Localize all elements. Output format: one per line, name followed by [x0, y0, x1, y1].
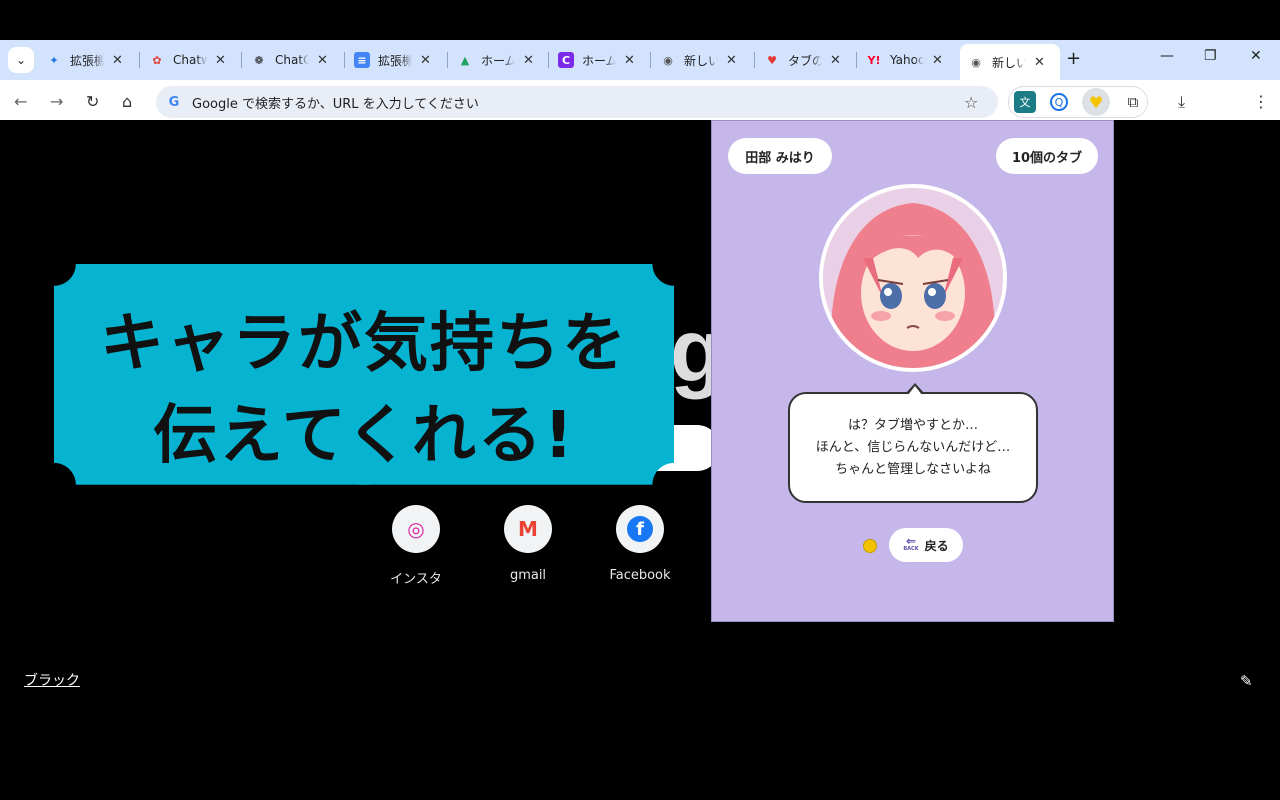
tab-9[interactable]: Y! Yahoo! ✕ [858, 44, 958, 76]
tab-separator [447, 52, 448, 68]
canva-icon: C [558, 52, 574, 68]
drive-icon: ▲ [460, 53, 470, 67]
forward-button[interactable]: → [50, 92, 63, 111]
tab-title: Yahoo! [890, 53, 924, 67]
edit-pencil-icon[interactable]: ✎ [1240, 672, 1253, 690]
tab-4[interactable]: ≡ 拡張機能 ✕ [346, 44, 446, 76]
close-icon[interactable]: ✕ [420, 53, 436, 68]
home-button[interactable]: ⌂ [122, 92, 132, 111]
search-extension-icon[interactable]: Q [1050, 93, 1068, 111]
tab-7[interactable]: ◉ 新しいタブ ✕ [652, 44, 752, 76]
chrome-icon: ◉ [971, 55, 981, 69]
tab-1[interactable]: ✦ 拡張機能 ✕ [38, 44, 138, 76]
shortcut-label: gmail [509, 568, 547, 583]
tab-title: 拡張機能 [378, 53, 412, 68]
shortcut-label: インスタ [390, 572, 442, 587]
tab-2[interactable]: ✿ Chatwork ✕ [141, 44, 241, 76]
chevron-down-icon: ⌄ [15, 53, 27, 67]
instagram-icon: ◎ [392, 505, 440, 553]
screen: ⌄ ✦拡張機能✕✿Chatwork✕❁ChatGPT✕≡拡張機能✕▲ホーム✕Cホ… [0, 0, 1280, 800]
tab-title: 拡張機能 [70, 53, 104, 68]
tab-separator [548, 52, 549, 68]
new-tab-button[interactable]: + [1066, 48, 1081, 69]
google-icon: G [168, 94, 180, 110]
extension-popup: 田部 みはり 10個のタブ は？タブ増やすとか… ほんと、信じらんないんだけど…… [711, 120, 1114, 622]
tab-count-badge: 10個のタブ [996, 138, 1098, 174]
back-button[interactable]: ← [14, 92, 27, 111]
close-icon[interactable]: ✕ [830, 53, 846, 68]
tab-separator [856, 52, 857, 68]
status-dot [863, 539, 877, 553]
tab-title: タブの気持ち [788, 53, 822, 68]
theme-link[interactable]: ブラック [24, 670, 80, 690]
close-icon[interactable]: ✕ [215, 53, 231, 68]
gmail-icon: M [504, 505, 552, 553]
tab-separator [754, 52, 755, 68]
tab-search-button[interactable]: ⌄ [8, 47, 34, 73]
tab-title: 新しいタブ [992, 55, 1026, 70]
speech-bubble: は？タブ増やすとか… ほんと、信じらんないんだけど… ちゃんと管理しなさいよね [788, 392, 1038, 503]
close-icon[interactable]: ✕ [624, 53, 640, 68]
back-button-popup[interactable]: ⇐ BACK 戻る [889, 528, 963, 562]
banner-line-2: 伝えてくれる! [152, 399, 576, 473]
promo-banner: キャラが気持ちを 伝えてくれる! [54, 264, 674, 485]
restore-button[interactable]: ❐ [1204, 48, 1217, 64]
tab-6[interactable]: C ホーム ✕ [550, 44, 650, 76]
reload-button[interactable]: ↻ [86, 92, 99, 111]
speech-line: ちゃんと管理しなさいよね [835, 461, 991, 477]
close-icon[interactable]: ✕ [523, 53, 539, 68]
chrome-icon: ◉ [663, 53, 673, 67]
tab-separator [650, 52, 651, 68]
tab-title: Chatwork [173, 53, 207, 67]
shortcut-label: Facebook [609, 568, 671, 583]
download-icon[interactable]: ⤓ [1178, 92, 1185, 112]
speech-line: は？タブ増やすとか… [847, 417, 978, 433]
close-icon[interactable]: ✕ [112, 53, 128, 68]
anime-girl-icon [823, 188, 1003, 368]
character-name-badge: 田部 みはり [728, 138, 832, 174]
speech-line: ほんと、信じらんないんだけど… [815, 439, 1011, 455]
banner-line-1: キャラが気持ちを [100, 307, 628, 381]
yahoo-icon: Y! [867, 53, 881, 67]
heart-extension-icon[interactable]: ♥ [1082, 88, 1110, 116]
tab-3[interactable]: ❁ ChatGPT ✕ [243, 44, 343, 76]
chatgpt-icon: ❁ [254, 53, 264, 67]
tab-title: ホーム [582, 53, 616, 68]
bookmark-star-icon[interactable]: ☆ [964, 93, 978, 112]
puzzle-icon[interactable]: ⧉ [1122, 91, 1144, 113]
close-icon[interactable]: ✕ [726, 53, 742, 68]
chatwork-icon: ✿ [152, 53, 162, 67]
minimize-button[interactable]: — [1160, 48, 1174, 64]
character-avatar [819, 184, 1007, 372]
close-icon[interactable]: ✕ [932, 53, 948, 68]
tab-separator [241, 52, 242, 68]
tab-separator [344, 52, 345, 68]
shortcut-facebook[interactable]: f Facebook [595, 505, 685, 583]
tab-title: ホーム [481, 53, 515, 68]
bubble-tail-inner [908, 386, 922, 395]
tab-title: 新しいタブ [684, 53, 718, 68]
shortcut-instagram[interactable]: ◎ インスタ [371, 505, 461, 587]
tab-separator [139, 52, 140, 68]
docs-icon: ≡ [354, 52, 370, 68]
address-bar[interactable]: G Google で検索するか、URL を入力してください [156, 86, 998, 118]
tab-10[interactable]: ◉ 新しいタブ ✕ [960, 44, 1060, 80]
close-icon[interactable]: ✕ [317, 53, 333, 68]
facebook-icon: f [616, 505, 664, 553]
shortcut-gmail[interactable]: M gmail [483, 505, 573, 583]
tab-title: ChatGPT [275, 53, 309, 67]
close-window-button[interactable]: ✕ [1250, 48, 1262, 64]
puzzle-icon: ✦ [49, 53, 59, 67]
tab-8[interactable]: ♥ タブの気持ち ✕ [756, 44, 856, 76]
tab-extension-icon: ♥ [767, 53, 777, 67]
back-arrow-icon: ⇐ BACK [903, 534, 919, 552]
back-label: 戻る [924, 538, 949, 553]
close-icon[interactable]: ✕ [1034, 55, 1050, 70]
address-placeholder: Google で検索するか、URL を入力してください [192, 96, 479, 112]
translate-extension-icon[interactable]: 文 [1014, 91, 1036, 113]
menu-icon[interactable]: ⋮ [1253, 92, 1269, 111]
tab-5[interactable]: ▲ ホーム ✕ [449, 44, 549, 76]
